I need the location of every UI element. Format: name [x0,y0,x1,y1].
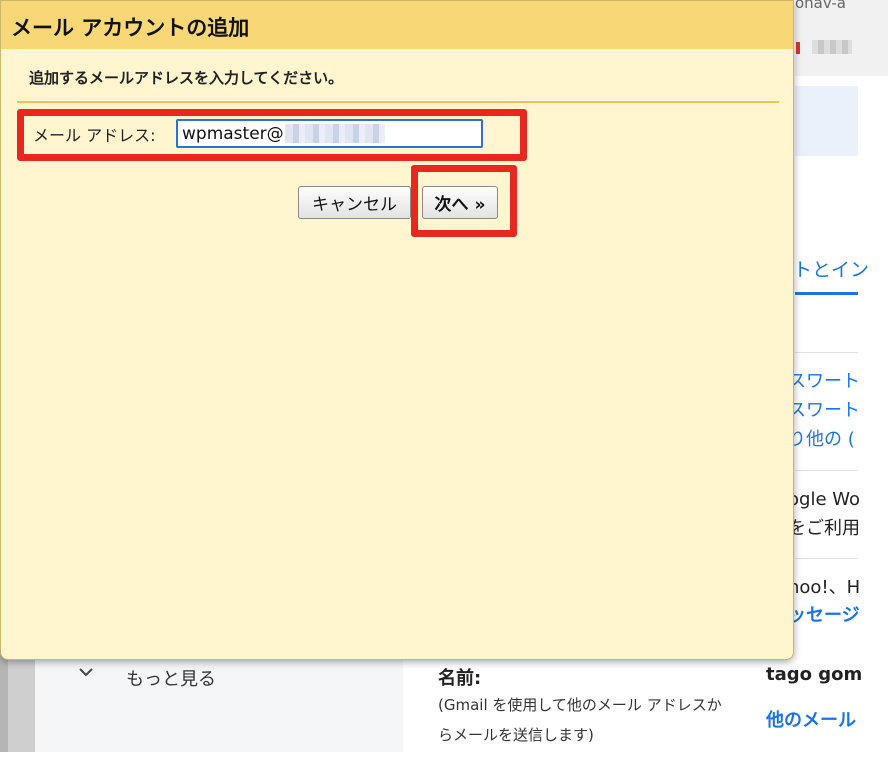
name-setting-value: tago gom [766,664,863,685]
chevron-down-icon[interactable] [78,663,94,682]
name-setting-note-line1: (Gmail を使用して他のメール アドレスか [438,696,722,714]
bg-bottom-area [0,752,888,780]
email-address-input[interactable] [176,119,483,148]
name-setting-label: 名前: [438,668,482,689]
bg-divider [795,470,858,471]
bg-link-other[interactable]: り他の ( [788,430,855,450]
add-mail-account-dialog: メール アカウントの追加 追加するメールアドレスを入力してください。 メール ア… [0,0,794,660]
dialog-title: メール アカウントの追加 [11,16,250,40]
dialog-instruction: 追加するメールアドレスを入力してください。 [29,69,344,87]
bg-tab-accounts-fragment[interactable]: トとイン [793,255,869,282]
bg-header-fragment: onav-a [795,0,846,12]
add-other-mail-link[interactable]: 他のメール [766,706,856,732]
dialog-divider [17,101,779,103]
bg-red-marker [796,42,800,54]
next-button[interactable]: 次へ » [422,186,498,219]
bg-blue-banner [795,86,865,156]
bg-link-password-2[interactable]: スワート [788,401,860,421]
bg-right-panel [858,76,888,780]
bg-divider [795,352,858,353]
bg-link-password-1[interactable]: スワート [788,372,860,392]
bg-text-google-workspace: ogle Wo [788,489,860,510]
bg-text-yahoo: hoo!、H [788,577,861,598]
screen: onav-a トとイン スワート スワート り他の ( ogle Wo をご利用… [0,0,888,780]
name-setting-note-line2: らメールを送信します) [438,726,594,744]
bg-text-usage: をご利用 [788,518,860,539]
cancel-button[interactable]: キャンセル [298,186,411,219]
dialog-titlebar[interactable]: メール アカウントの追加 [1,1,793,49]
bg-divider [795,558,858,559]
email-address-label: メール アドレス: [33,126,156,145]
sidebar-more-link[interactable]: もっと見る [126,665,216,691]
bg-link-messages[interactable]: ッセージ [788,606,860,626]
bg-pixelated-area [812,40,852,54]
bg-tab-underline [795,292,858,295]
